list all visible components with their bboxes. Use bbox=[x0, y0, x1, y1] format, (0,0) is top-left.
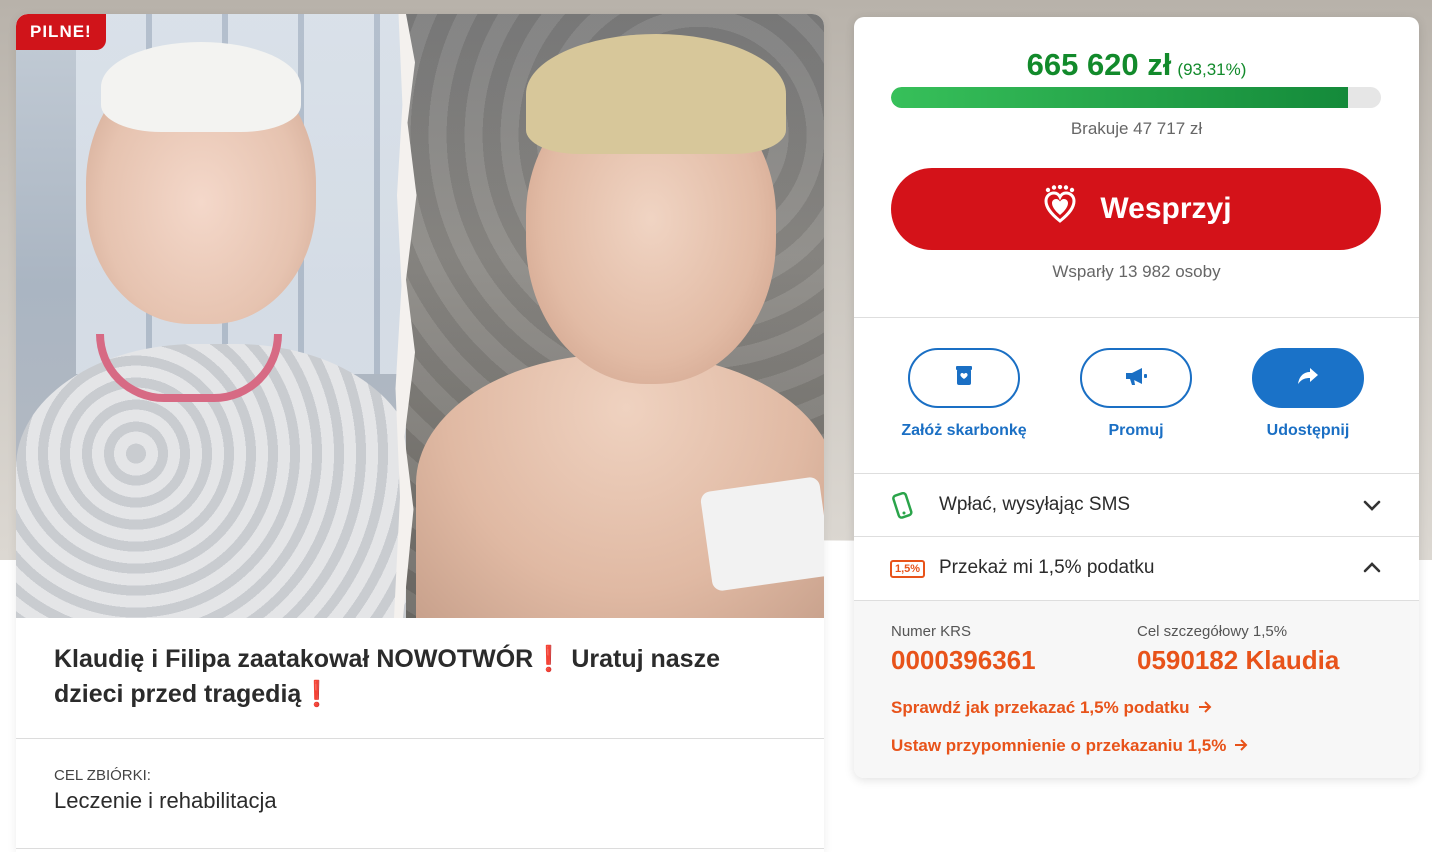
tax-goal-label: Cel szczegółowy 1,5% bbox=[1137, 623, 1288, 640]
campaign-card: PILNE! Klaudię i Filipa zaatakował NOWOT… bbox=[16, 14, 824, 852]
action-share[interactable]: Udostępnij bbox=[1228, 348, 1388, 440]
photo-boy bbox=[406, 14, 824, 618]
action-label: Promuj bbox=[1108, 422, 1164, 439]
action-label: Załóż skarbonkę bbox=[901, 422, 1027, 439]
piggy-bank-button[interactable] bbox=[908, 348, 1020, 408]
promote-button[interactable] bbox=[1080, 348, 1192, 408]
piggy-bank-icon bbox=[955, 365, 973, 392]
share-icon bbox=[1296, 366, 1320, 391]
campaign-photo bbox=[16, 14, 824, 618]
action-piggy-bank[interactable]: Załóż skarbonkę bbox=[884, 348, 1044, 440]
progress-bar-fill bbox=[891, 87, 1349, 108]
tax-goal-value: 0590182 Klaudia bbox=[1137, 645, 1340, 675]
amount-row: 665 620 zł (93,31%) bbox=[854, 47, 1419, 83]
tax-reminder-link-label: Ustaw przypomnienie o przekazaniu 1,5% bbox=[891, 736, 1227, 755]
fundraiser-panel: 665 620 zł (93,31%) Brakuje 47 717 zł Wes… bbox=[854, 17, 1419, 778]
title-text: Klaudię i Filipa zaatakował NOWOTWÓR bbox=[54, 645, 534, 673]
tax-howto-link[interactable]: Sprawdź jak przekazać 1,5% podatku bbox=[891, 698, 1212, 718]
chevron-down-icon[interactable] bbox=[1361, 494, 1383, 516]
supporters-count: Wsparły 13 982 osoby bbox=[1052, 262, 1221, 281]
divider bbox=[16, 738, 824, 739]
action-label: Udostępnij bbox=[1266, 422, 1350, 439]
support-button-label: Wesprzyj bbox=[1100, 192, 1232, 225]
divider bbox=[854, 317, 1419, 318]
sms-label: Wpłać, wysyłając SMS bbox=[939, 494, 1131, 515]
goal-label: CEL ZBIÓRKI: bbox=[54, 767, 151, 784]
exclamation-icon: ❗ bbox=[301, 680, 333, 708]
goal-value: Leczenie i rehabilitacja bbox=[54, 788, 277, 813]
exclamation-icon: ❗ bbox=[533, 645, 565, 673]
action-promote[interactable]: Promuj bbox=[1056, 348, 1216, 440]
amount-raised: 665 620 zł bbox=[1026, 47, 1172, 82]
sms-accordion[interactable]: Wpłać, wysyłając SMS bbox=[854, 474, 1419, 536]
arrow-right-icon bbox=[1198, 698, 1212, 718]
krs-value: 0000396361 bbox=[891, 645, 1036, 675]
chevron-up-icon[interactable] bbox=[1361, 557, 1383, 579]
photo-girl bbox=[16, 14, 436, 618]
phone-icon bbox=[890, 492, 930, 520]
tax-label: Przekaż mi 1,5% podatku bbox=[939, 557, 1155, 578]
arrow-right-icon bbox=[1234, 736, 1248, 756]
campaign-title: Klaudię i Filipa zaatakował NOWOTWÓR❗ Ur… bbox=[54, 642, 794, 712]
tax-badge: 1,5% bbox=[890, 560, 926, 578]
megaphone-icon bbox=[1124, 366, 1148, 391]
divider bbox=[16, 848, 824, 849]
heart-hand-icon bbox=[1040, 184, 1080, 233]
share-button[interactable] bbox=[1252, 348, 1364, 408]
tax-details-panel: Numer KRS 0000396361 Cel szczegółowy 1,5… bbox=[854, 601, 1419, 778]
tax-accordion[interactable]: 1,5% Przekaż mi 1,5% podatku bbox=[854, 537, 1419, 599]
amount-percent: (93,31%) bbox=[1177, 60, 1247, 79]
progress-bar bbox=[891, 87, 1381, 108]
tax-howto-link-label: Sprawdź jak przekazać 1,5% podatku bbox=[891, 698, 1190, 717]
amount-missing: Brakuje 47 717 zł bbox=[1070, 119, 1203, 138]
tax-percent-icon: 1,5% bbox=[890, 555, 930, 583]
krs-label: Numer KRS bbox=[891, 623, 972, 640]
support-button[interactable]: Wesprzyj bbox=[891, 168, 1381, 250]
tax-reminder-link[interactable]: Ustaw przypomnienie o przekazaniu 1,5% bbox=[891, 736, 1248, 756]
urgent-badge: PILNE! bbox=[16, 14, 106, 50]
